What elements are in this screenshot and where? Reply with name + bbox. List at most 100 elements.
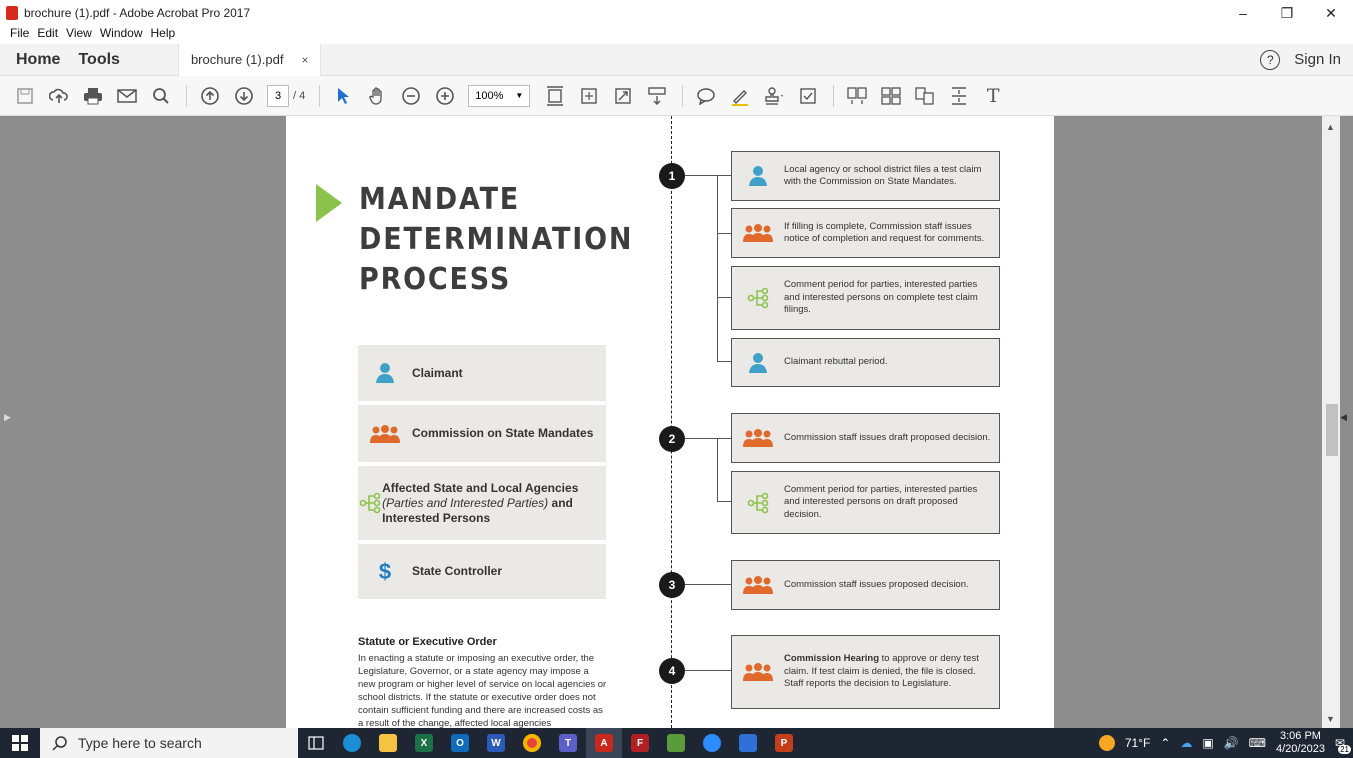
nav-tools[interactable]: Tools <box>78 51 119 69</box>
combine-files-icon[interactable] <box>914 85 936 107</box>
hand-tool-icon[interactable] <box>366 85 388 107</box>
previous-page-icon[interactable] <box>199 85 221 107</box>
vertical-scrollbar[interactable]: ▲ ▼ <box>1322 116 1340 728</box>
zoom-level-select[interactable]: 100% ▼ <box>468 84 531 107</box>
image-viewer-icon[interactable] <box>658 728 694 758</box>
task-view-icon[interactable] <box>298 728 334 758</box>
print-icon[interactable] <box>82 85 104 107</box>
help-icon[interactable]: ? <box>1260 49 1281 70</box>
maximize-button[interactable]: ❐ <box>1265 0 1309 26</box>
document-tab[interactable]: brochure (1).pdf × <box>177 43 322 76</box>
document-viewer[interactable]: ▶ MANDATE DETERMINATION PROCESS Claimant… <box>0 116 1353 728</box>
export-pdf-icon[interactable] <box>846 85 868 107</box>
weather-sun-icon[interactable] <box>1098 735 1115 751</box>
toolbar-divider <box>682 84 684 107</box>
fit-width-icon[interactable] <box>578 85 600 107</box>
zoom-level-value: 100% <box>475 89 504 102</box>
process-box-7: Commission staff issues proposed decisio… <box>731 560 1000 610</box>
windows-start-icon[interactable] <box>0 735 40 751</box>
connector <box>717 501 731 502</box>
text-tool-icon[interactable]: T <box>982 85 1004 107</box>
notifications-icon[interactable]: ✉ 21 <box>1335 736 1351 754</box>
edge-icon[interactable] <box>334 728 370 758</box>
menu-view[interactable]: View <box>66 26 92 44</box>
full-screen-icon[interactable] <box>612 85 634 107</box>
search-icon[interactable] <box>150 85 172 107</box>
taskbar-clock[interactable]: 3:06 PM 4/20/2023 <box>1276 730 1325 756</box>
scrollbar-thumb[interactable] <box>1326 404 1338 456</box>
zoom-icon[interactable] <box>694 728 730 758</box>
close-tab-icon[interactable]: × <box>301 53 308 67</box>
page-number-input[interactable]: 3 <box>267 84 289 107</box>
page-title: MANDATE DETERMINATION PROCESS <box>359 182 634 297</box>
organize-pages-icon[interactable] <box>880 85 902 107</box>
close-button[interactable]: ✕ <box>1309 0 1353 26</box>
legend-label: Commission on State Mandates <box>412 426 594 440</box>
onedrive-icon[interactable]: ☁ <box>1180 736 1192 750</box>
zoom-in-icon[interactable] <box>434 85 456 107</box>
toolbar-divider <box>186 84 187 107</box>
filezilla-icon[interactable]: F <box>622 728 658 758</box>
legend-label: Claimant <box>412 365 463 380</box>
left-panel-toggle-icon[interactable]: ▶ <box>4 412 11 423</box>
next-page-icon[interactable] <box>233 85 255 107</box>
legend-commission: Commission on State Mandates <box>358 405 606 462</box>
stamp-icon[interactable] <box>763 85 785 107</box>
comment-icon[interactable] <box>695 85 717 107</box>
connector <box>717 361 731 362</box>
dollar-icon: $ <box>378 558 392 584</box>
toolbar-divider <box>319 84 321 107</box>
timeline-line <box>671 116 672 728</box>
sign-in-link[interactable]: Sign In <box>1294 51 1341 68</box>
clock-date: 4/20/2023 <box>1276 743 1325 755</box>
teams-icon[interactable]: T <box>550 728 586 758</box>
scroll-down-icon[interactable]: ▼ <box>1326 714 1335 724</box>
taskbar-search-input[interactable]: Type here to search <box>40 728 298 758</box>
menu-help[interactable]: Help <box>151 26 176 44</box>
group-icon <box>358 424 412 444</box>
compare-icon[interactable] <box>948 85 970 107</box>
menu-window[interactable]: Window <box>100 26 143 44</box>
select-cursor-icon[interactable] <box>332 85 354 107</box>
acrobat-taskbar-icon[interactable]: A <box>586 728 622 758</box>
file-explorer-icon[interactable] <box>370 728 406 758</box>
clock-time: 3:06 PM <box>1279 730 1321 742</box>
step-3-badge: 3 <box>659 572 685 598</box>
right-panel-toggle-icon[interactable]: ◀ <box>1340 412 1347 423</box>
menu-edit[interactable]: Edit <box>37 26 58 44</box>
search-placeholder: Type here to search <box>78 735 202 751</box>
menu-file[interactable]: File <box>10 26 29 44</box>
excel-icon[interactable]: X <box>406 728 442 758</box>
save-icon[interactable] <box>14 85 36 107</box>
chrome-icon[interactable] <box>514 728 550 758</box>
process-box-3: Comment period for parties, interested p… <box>731 266 1000 330</box>
upload-cloud-icon[interactable] <box>48 85 70 107</box>
fit-page-icon[interactable] <box>544 85 566 107</box>
search-icon <box>52 736 67 751</box>
step-2-badge: 2 <box>659 426 685 452</box>
email-icon[interactable] <box>116 85 138 107</box>
weather-temperature[interactable]: 71°F <box>1125 736 1150 750</box>
network-icon[interactable]: ▣ <box>1202 736 1213 750</box>
green-triangle-icon <box>316 184 342 222</box>
minimize-button[interactable]: – <box>1221 0 1265 26</box>
word-icon[interactable]: W <box>478 728 514 758</box>
legend-claimant: Claimant <box>358 345 606 401</box>
process-box-2: If filling is complete, Commission staff… <box>731 208 1000 258</box>
window-title: brochure (1).pdf - Adobe Acrobat Pro 201… <box>24 6 251 20</box>
branch-icon <box>732 287 784 309</box>
highlight-pen-icon[interactable] <box>729 85 751 107</box>
volume-icon[interactable]: 🔊 <box>1224 736 1239 750</box>
keyboard-icon[interactable]: ⌨ <box>1249 736 1266 750</box>
security-shield-icon[interactable] <box>730 728 766 758</box>
powerpoint-icon[interactable]: P <box>766 728 802 758</box>
chevron-up-icon[interactable]: ⌃ <box>1160 736 1170 750</box>
outlook-icon[interactable]: O <box>442 728 478 758</box>
nav-home[interactable]: Home <box>16 51 60 69</box>
step-1-badge: 1 <box>659 163 685 189</box>
certificate-icon[interactable] <box>797 85 819 107</box>
zoom-out-icon[interactable] <box>400 85 422 107</box>
scroll-mode-icon[interactable] <box>646 85 668 107</box>
legend-label: Affected State and Local Agencies (Parti… <box>382 480 579 525</box>
scroll-up-icon[interactable]: ▲ <box>1326 122 1335 132</box>
